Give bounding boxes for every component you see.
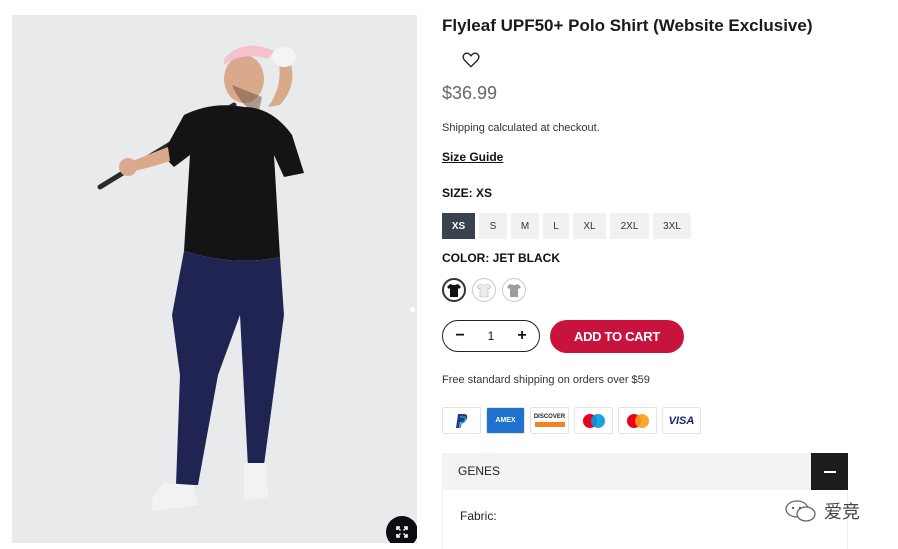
add-to-cart-button[interactable]: ADD TO CART — [550, 320, 684, 353]
free-shipping-note: Free standard shipping on orders over $5… — [442, 374, 650, 386]
accordion-collapse-button[interactable] — [811, 453, 848, 490]
shirt-white-icon — [476, 283, 492, 298]
expand-icon — [396, 526, 408, 538]
size-option-l[interactable]: L — [543, 213, 569, 239]
size-option-2xl[interactable]: 2XL — [610, 213, 649, 239]
shirt-grey-icon — [507, 284, 521, 297]
shirt-black-icon — [447, 284, 461, 297]
size-guide-link[interactable]: Size Guide — [442, 150, 503, 164]
color-swatches — [442, 278, 526, 302]
fabric-label: Fabric: — [460, 509, 497, 523]
visa-icon: VISA — [662, 407, 701, 434]
quantity-increase-button[interactable]: + — [515, 327, 529, 345]
watermark-text: 爱竞 — [824, 502, 860, 522]
product-photo — [12, 15, 417, 543]
color-swatch-white[interactable] — [472, 278, 496, 302]
product-image-gallery[interactable] — [12, 15, 417, 543]
shipping-note: Shipping calculated at checkout. — [442, 122, 600, 134]
amex-icon: AMEX — [486, 407, 525, 434]
discover-icon: DISCOVER — [530, 407, 569, 434]
discover-label: DISCOVER — [533, 414, 566, 420]
quantity-value[interactable]: 1 — [488, 329, 495, 343]
quantity-decrease-button[interactable]: − — [453, 327, 467, 345]
carousel-dot[interactable] — [410, 307, 415, 312]
quantity-stepper: − 1 + — [442, 320, 540, 352]
product-title: Flyleaf UPF50+ Polo Shirt (Website Exclu… — [442, 16, 813, 35]
size-option-s[interactable]: S — [479, 213, 507, 239]
size-option-m[interactable]: M — [511, 213, 539, 239]
size-options: XS S M L XL 2XL 3XL — [442, 213, 691, 239]
size-option-xs[interactable]: XS — [442, 213, 475, 239]
wishlist-button[interactable] — [461, 50, 483, 72]
accordion-title: GENES — [458, 464, 501, 478]
watermark: 爱竞 — [784, 498, 860, 524]
amex-label: AMEX — [495, 417, 516, 424]
heart-icon — [462, 52, 480, 68]
genes-accordion-header[interactable]: GENES — [442, 453, 848, 490]
visa-label: VISA — [668, 414, 695, 427]
mastercard-icon — [618, 407, 657, 434]
paypal-icon — [442, 407, 481, 434]
color-swatch-jet-black[interactable] — [442, 278, 466, 302]
color-swatch-grey[interactable] — [502, 278, 526, 302]
size-label: SIZE: XS — [442, 186, 493, 200]
minus-icon — [823, 470, 836, 473]
product-price: $36.99 — [442, 83, 498, 103]
size-option-xl[interactable]: XL — [573, 213, 606, 239]
payment-methods: AMEX DISCOVER VISA — [442, 407, 701, 434]
zoom-button[interactable] — [386, 516, 417, 543]
color-label: COLOR: JET BLACK — [442, 251, 560, 265]
wechat-icon — [785, 500, 816, 522]
maestro-icon — [574, 407, 613, 434]
size-option-3xl[interactable]: 3XL — [653, 213, 691, 239]
